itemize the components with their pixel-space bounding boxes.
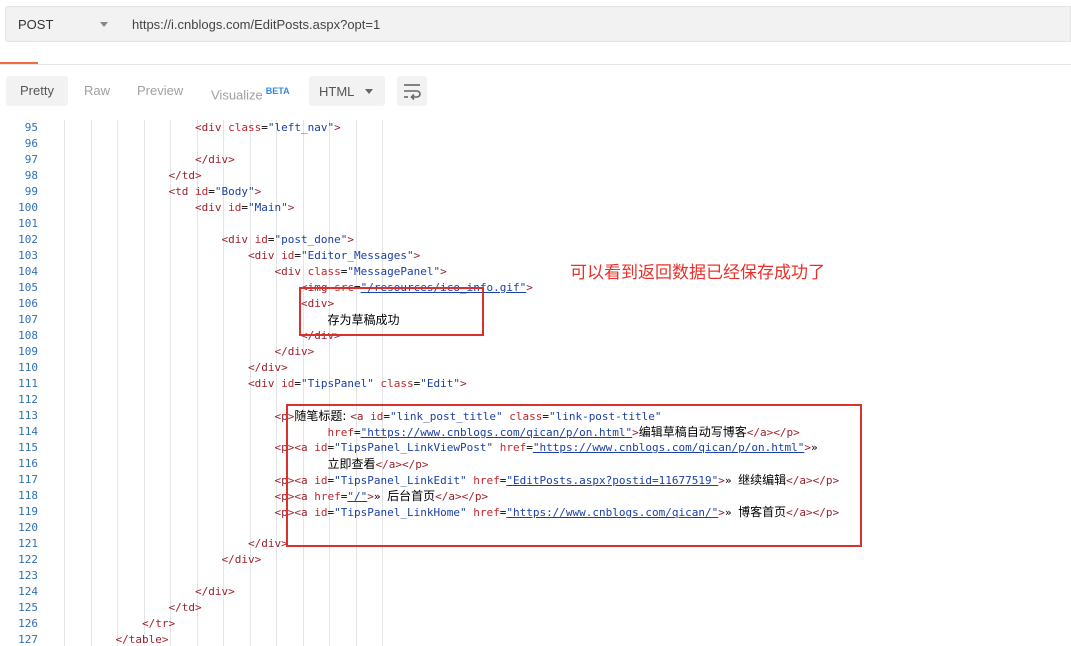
line-number: 127 [18, 633, 38, 646]
highlight-box-success [299, 287, 484, 336]
line-number: 99 [24, 185, 38, 198]
code-line: 127 </table> [0, 632, 1071, 646]
line-number: 95 [24, 121, 38, 134]
code-text: </div> [248, 537, 288, 550]
line-number: 123 [18, 569, 38, 582]
code-line: 124 </div> [0, 584, 1071, 600]
tab-raw-label: Raw [84, 83, 111, 98]
code-line: 106 <div> [0, 296, 1071, 312]
code-line: 111 <div id="TipsPanel" class="Edit"> [0, 376, 1071, 392]
line-number: 103 [18, 249, 38, 262]
line-number: 118 [18, 489, 38, 502]
code-text: </tr> [142, 617, 176, 630]
code-line: 103 <div id="Editor_Messages"> [0, 248, 1071, 264]
wrap-lines-button[interactable] [397, 76, 427, 106]
line-number: 122 [18, 553, 38, 566]
response-body[interactable]: 95 <div class="left_nav"> 96 97 </div> 98 </td… [0, 120, 1071, 646]
line-number: 110 [18, 361, 38, 374]
url-input[interactable]: https://i.cnblogs.com/EditPosts.aspx?opt… [120, 6, 1071, 42]
code-text: <div id="Main"> [195, 201, 295, 214]
line-number: 109 [18, 345, 38, 358]
line-number: 108 [18, 329, 38, 342]
line-number: 113 [18, 409, 38, 422]
tab-visualize[interactable]: Visualize BETA [197, 76, 304, 106]
request-bar: POST https://i.cnblogs.com/EditPosts.asp… [0, 0, 1071, 65]
code-text: </td> [168, 601, 202, 614]
response-toolbar: Pretty Raw Preview Visualize BETA HTML [0, 66, 1071, 116]
code-line: 110 </div> [0, 360, 1071, 376]
line-number: 126 [18, 617, 38, 630]
line-number: 112 [18, 393, 38, 406]
code-text: </td> [168, 169, 202, 182]
code-text: </div> [274, 345, 315, 358]
chevron-down-icon [100, 22, 108, 27]
format-select[interactable]: HTML [309, 76, 385, 106]
code-text: <td id="Body"> [168, 185, 262, 198]
code-text: </div> [195, 585, 235, 598]
tab-preview[interactable]: Preview [123, 76, 197, 106]
code-line: 105 <img src="/resources/ico_info.gif"> [0, 280, 1071, 296]
line-number: 105 [18, 281, 38, 294]
code-line: 123 [0, 568, 1071, 584]
code-line: 109 </div> [0, 344, 1071, 360]
divider [0, 64, 1071, 65]
tab-pretty-label: Pretty [20, 83, 54, 98]
line-number: 120 [18, 521, 38, 534]
method-label: POST [18, 17, 54, 32]
code-line: 99 <td id="Body"> [0, 184, 1071, 200]
code-line: 97 </div> [0, 152, 1071, 168]
format-label: HTML [319, 84, 355, 99]
annotation-text: 可以看到返回数据已经保存成功了 [570, 263, 825, 283]
line-number: 98 [24, 169, 38, 182]
code-line: 104 <div class="MessagePanel"> [0, 264, 1071, 280]
line-number: 97 [24, 153, 38, 166]
line-number: 102 [18, 233, 38, 246]
code-line: 108 </div> [0, 328, 1071, 344]
code-line: 101 [0, 216, 1071, 232]
code-text: </div> [248, 361, 288, 374]
tab-visualize-label: Visualize [211, 87, 263, 103]
line-number: 114 [18, 425, 38, 438]
line-number: 107 [18, 313, 38, 326]
chevron-down-icon [365, 89, 373, 94]
line-number: 96 [24, 137, 38, 150]
line-number: 121 [18, 537, 38, 550]
code-line: 107 存为草稿成功 [0, 312, 1071, 328]
code-line: 95 <div class="left_nav"> [0, 120, 1071, 136]
line-number: 104 [18, 265, 38, 278]
tab-preview-label: Preview [137, 83, 184, 98]
code-text: <div class="MessagePanel"> [274, 265, 447, 278]
line-number: 106 [18, 297, 38, 310]
code-text: <div class="left_nav"> [195, 121, 341, 134]
code-line: 122 </div> [0, 552, 1071, 568]
line-number: 100 [18, 201, 38, 214]
line-number: 119 [18, 505, 38, 518]
tab-pretty[interactable]: Pretty [6, 76, 68, 106]
line-number: 124 [18, 585, 38, 598]
code-line: 102 <div id="post_done"> [0, 232, 1071, 248]
code-line: 98 </td> [0, 168, 1071, 184]
code-line: 125 </td> [0, 600, 1071, 616]
line-number: 111 [18, 377, 38, 390]
code-text: </table> [115, 633, 169, 646]
code-text: </div> [195, 153, 235, 166]
code-text: <div id="TipsPanel" class="Edit"> [248, 377, 467, 390]
code-text: <div id="post_done"> [221, 233, 354, 246]
code-line: 126 </tr> [0, 616, 1071, 632]
line-number: 125 [18, 601, 38, 614]
code-text: <div id="Editor_Messages"> [248, 249, 421, 262]
tab-raw[interactable]: Raw [70, 76, 124, 106]
line-number: 116 [18, 457, 38, 470]
line-number: 115 [18, 441, 38, 454]
code-line: 96 [0, 136, 1071, 152]
code-text: </div> [221, 553, 262, 566]
url-text: https://i.cnblogs.com/EditPosts.aspx?opt… [132, 17, 381, 32]
line-number: 101 [18, 217, 38, 230]
method-select[interactable]: POST [5, 6, 121, 42]
highlight-box-tips [286, 404, 862, 547]
code-line: 100 <div id="Main"> [0, 200, 1071, 216]
beta-badge: BETA [265, 86, 290, 96]
line-number: 117 [18, 473, 38, 486]
wrap-lines-icon [404, 84, 421, 101]
